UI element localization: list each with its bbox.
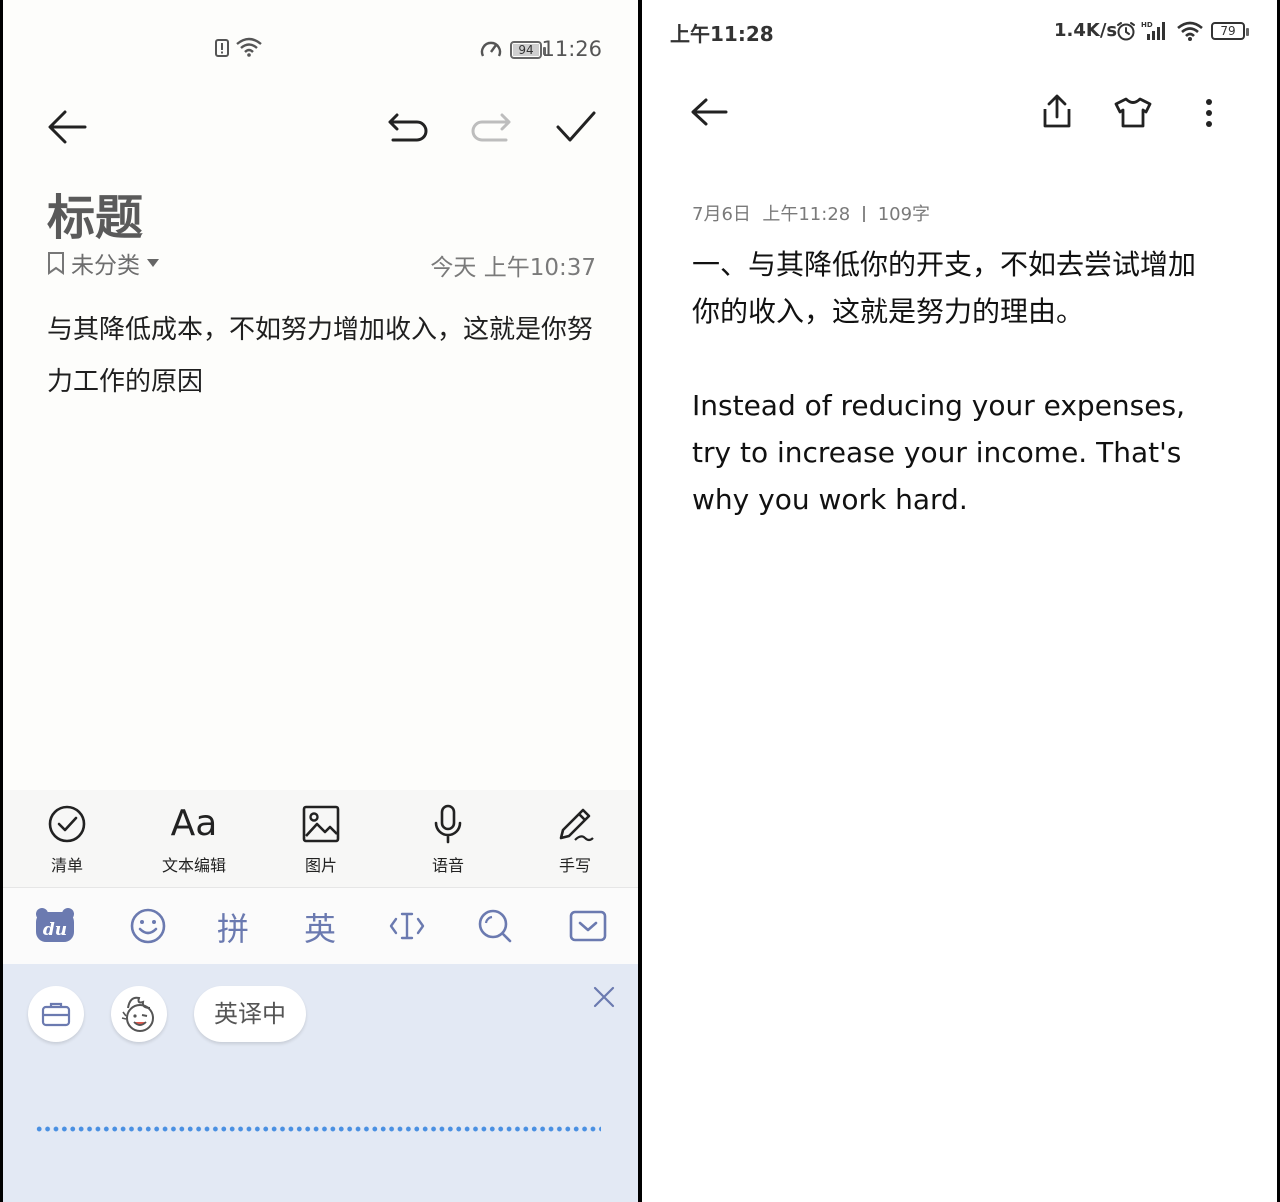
network-speed: 1.4K/s <box>1054 20 1118 41</box>
battery-indicator: 79 <box>1211 22 1249 40</box>
wifi-icon <box>1176 20 1204 42</box>
collapse-keyboard-icon[interactable] <box>569 910 607 942</box>
voice-button[interactable]: 语音 <box>398 804 498 876</box>
note-title[interactable]: 标题 <box>47 178 143 248</box>
ime-voice-panel: 英译中 <box>3 964 638 1202</box>
status-bar: 上午11:28 1.4K/s HD 79 <box>642 0 1277 60</box>
note-toolbar: 清单 Aa 文本编辑 图片 语音 手写 <box>3 790 638 888</box>
sticker-button[interactable] <box>111 986 167 1042</box>
alarm-icon <box>1116 21 1136 41</box>
toolbox-button[interactable] <box>28 986 84 1042</box>
back-arrow-icon[interactable] <box>47 108 87 146</box>
confirm-check-icon[interactable] <box>555 110 597 144</box>
signal-hd-icon: HD <box>1141 20 1167 42</box>
status-time: 11:26 <box>541 37 602 61</box>
note-date: 今天 上午10:37 <box>430 255 596 281</box>
cursor-move-icon[interactable] <box>389 910 425 942</box>
checklist-icon <box>17 804 117 844</box>
translate-en-zh-button[interactable]: 英译中 <box>194 986 306 1042</box>
right-phone-screen: 上午11:28 1.4K/s HD 79 7月6日 上午11:28 109字 一… <box>642 0 1277 1202</box>
theme-shirt-icon[interactable] <box>1114 96 1152 128</box>
more-options-icon[interactable] <box>1204 98 1214 128</box>
meta-divider <box>862 206 865 222</box>
text-format-button[interactable]: Aa 文本编辑 <box>144 804 244 876</box>
emoji-icon[interactable] <box>130 908 166 944</box>
microphone-icon <box>398 804 498 844</box>
undo-icon[interactable] <box>387 112 429 142</box>
category-selector[interactable]: 未分类 <box>47 246 160 280</box>
redo-icon[interactable] <box>470 112 512 142</box>
status-time: 上午11:28 <box>670 22 774 46</box>
note-time: 上午11:28 <box>762 204 851 225</box>
du-logo-icon[interactable]: du <box>35 906 75 944</box>
image-icon <box>271 804 371 844</box>
close-icon[interactable] <box>592 985 616 1009</box>
back-arrow-icon[interactable] <box>690 97 728 127</box>
handwriting-button[interactable]: 手写 <box>525 804 625 876</box>
dropdown-caret-icon <box>146 258 160 268</box>
briefcase-icon <box>41 1001 71 1027</box>
sim-alert-icon <box>214 38 230 58</box>
image-button[interactable]: 图片 <box>271 804 371 876</box>
note-paragraph-en: Instead of reducing your expenses, try t… <box>692 389 1185 516</box>
pen-icon <box>525 804 625 844</box>
checklist-button[interactable]: 清单 <box>17 804 117 876</box>
wifi-icon <box>235 36 263 58</box>
text-format-icon: Aa <box>170 803 218 844</box>
char-count: 109字 <box>877 204 931 225</box>
english-key[interactable]: 英 <box>304 904 336 950</box>
svg-text:du: du <box>43 920 67 940</box>
status-bar: 94 11:26 <box>3 0 638 61</box>
ime-top-bar: du 拼 英 <box>3 888 638 964</box>
category-label: 未分类 <box>71 253 140 279</box>
note-paragraph-cn: 一、与其降低你的开支，不如去尝试增加你的收入，这就是努力的理由。 <box>692 248 1197 328</box>
pinyin-key[interactable]: 拼 <box>217 904 249 950</box>
note-date: 7月6日 <box>692 204 751 225</box>
note-body[interactable]: 与其降低成本，不如努力增加收入，这就是你努力工作的原因 <box>47 304 607 408</box>
voice-waveform <box>35 1125 601 1133</box>
svg-text:HD: HD <box>1141 21 1153 29</box>
mascot-face-icon <box>120 994 158 1034</box>
share-icon[interactable] <box>1040 93 1074 129</box>
left-phone-screen: 94 11:26 标题 未分类 今天 上午10:37 与其降低成本，不如努力增加… <box>3 0 638 1202</box>
search-icon[interactable] <box>477 908 513 944</box>
bookmark-icon <box>47 251 65 275</box>
note-meta: 7月6日 上午11:28 109字 <box>692 200 930 226</box>
note-body[interactable]: 一、与其降低你的开支，不如去尝试增加你的收入，这就是努力的理由。 Instead… <box>692 241 1222 523</box>
battery-indicator: 94 <box>510 41 546 59</box>
data-saver-icon <box>479 38 503 60</box>
